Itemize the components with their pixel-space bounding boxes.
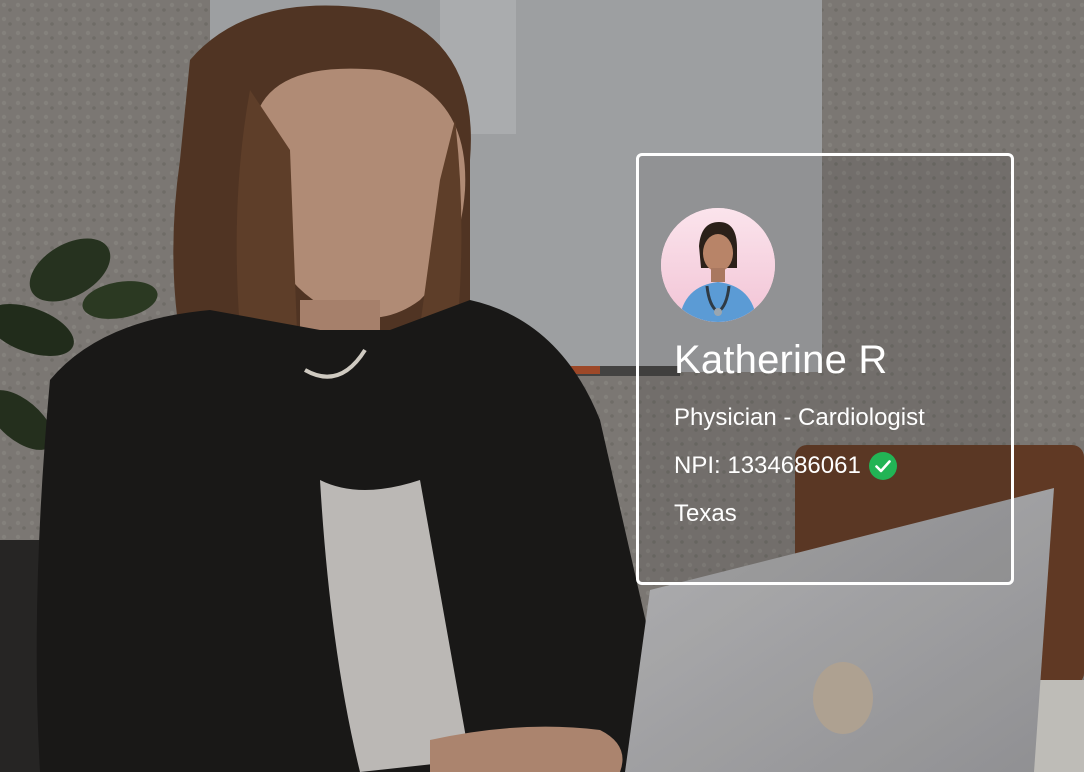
location-row: Texas	[674, 500, 737, 528]
npi-number: NPI: 1334686061	[674, 452, 861, 479]
npi-row: NPI: 1334686061	[674, 452, 897, 480]
location-state: Texas	[674, 500, 737, 527]
doctor-avatar-icon	[661, 208, 775, 322]
specialty-text: Physician - Cardiologist	[674, 404, 925, 431]
check-circle-icon	[868, 452, 897, 480]
doctor-specialty: Physician - Cardiologist	[674, 404, 925, 432]
profile-card: Katherine R Physician - Cardiologist NPI…	[636, 153, 1014, 585]
doctor-name: Katherine R	[674, 338, 888, 382]
background-photo: Katherine R Physician - Cardiologist NPI…	[0, 0, 1084, 772]
